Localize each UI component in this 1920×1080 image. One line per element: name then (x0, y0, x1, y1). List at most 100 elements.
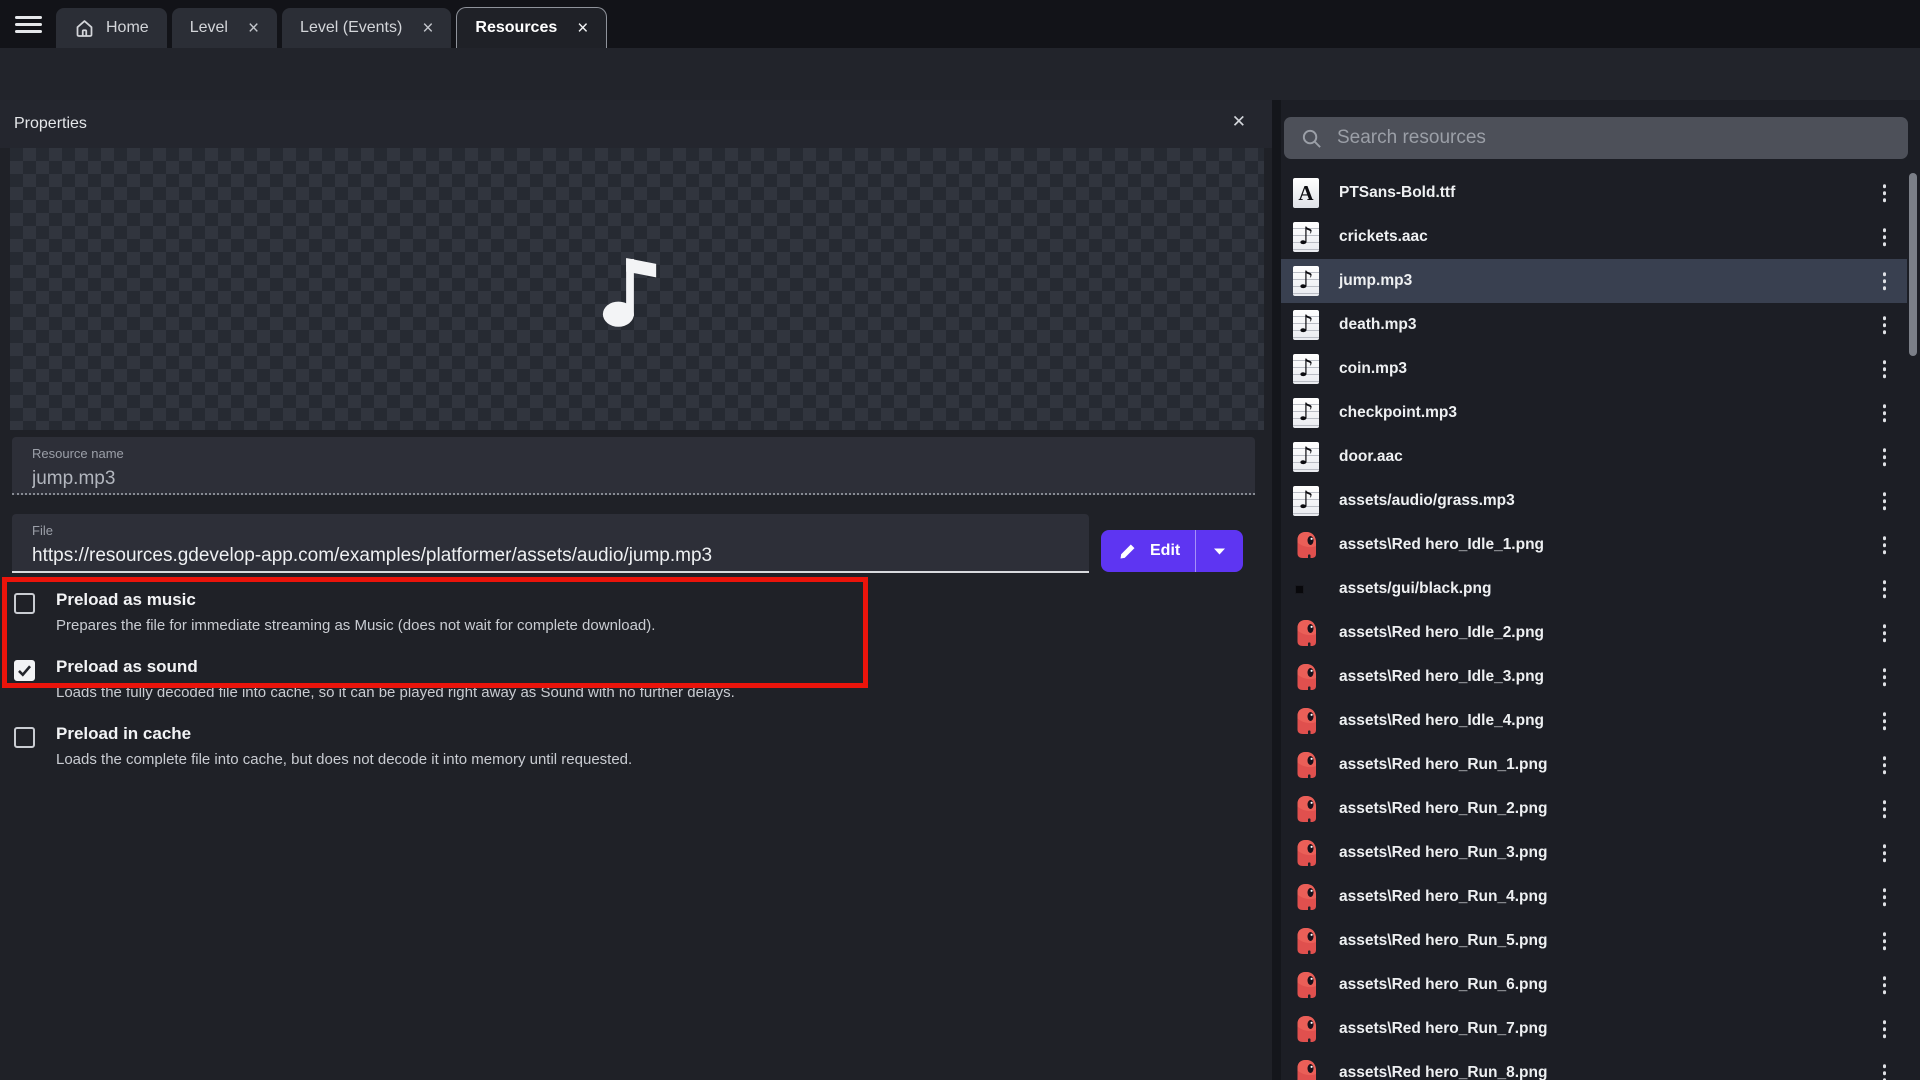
resource-row[interactable]: ♪ coin.mp3 (1281, 347, 1907, 391)
field-value: jump.mp3 (32, 468, 1235, 490)
kebab-menu-icon[interactable] (1879, 884, 1891, 910)
resource-name: assets\Red hero_Idle_1.png (1339, 536, 1544, 554)
close-tab-icon[interactable]: × (248, 19, 259, 38)
resource-row[interactable]: assets\Red hero_Run_6.png (1281, 963, 1907, 1007)
kebab-menu-icon[interactable] (1879, 488, 1891, 514)
tab-level[interactable]: Level × (172, 8, 277, 48)
close-panel-icon[interactable]: ✕ (1232, 112, 1246, 132)
resource-row[interactable]: ♪ jump.mp3 (1281, 259, 1907, 303)
kebab-menu-icon[interactable] (1879, 180, 1891, 206)
kebab-menu-icon[interactable] (1879, 1060, 1891, 1080)
kebab-menu-icon[interactable] (1879, 356, 1891, 382)
kebab-menu-icon[interactable] (1879, 532, 1891, 558)
kebab-menu-icon[interactable] (1879, 1016, 1891, 1042)
close-tab-icon[interactable]: × (422, 19, 433, 38)
tabs: Home Level × Level (Events) × Resources … (56, 7, 607, 48)
resource-name: assets/audio/grass.mp3 (1339, 492, 1515, 510)
resource-row[interactable]: assets\Red hero_Idle_1.png (1281, 523, 1907, 567)
preload-options: Preload as music Prepares the file for i… (14, 588, 1014, 789)
kebab-menu-icon[interactable] (1879, 400, 1891, 426)
kebab-menu-icon[interactable] (1879, 840, 1891, 866)
tab-resources[interactable]: Resources × (456, 7, 607, 48)
preload-checkbox[interactable] (14, 660, 35, 681)
search-bar (1284, 117, 1908, 159)
sprite-file-icon (1293, 706, 1319, 736)
resource-row[interactable]: ♪ crickets.aac (1281, 215, 1907, 259)
resource-row[interactable]: assets\Red hero_Run_2.png (1281, 787, 1907, 831)
option-description: Loads the fully decoded file into cache,… (56, 683, 735, 703)
resource-name: assets\Red hero_Idle_3.png (1339, 668, 1544, 686)
sprite-file-icon (1293, 794, 1319, 824)
edit-button[interactable]: Edit (1101, 530, 1243, 572)
tab-label: Home (106, 19, 149, 37)
tab-level-events[interactable]: Level (Events) × (282, 8, 451, 48)
sprite-file-icon (1293, 662, 1319, 692)
file-field[interactable]: File https://resources.gdevelop-app.com/… (12, 514, 1089, 573)
kebab-menu-icon[interactable] (1879, 664, 1891, 690)
kebab-menu-icon[interactable] (1879, 796, 1891, 822)
main-menu-icon[interactable] (15, 16, 42, 33)
sprite-file-icon (1293, 970, 1319, 1000)
resource-name: assets\Red hero_Run_1.png (1339, 756, 1547, 774)
edit-dropdown-arrow[interactable] (1196, 547, 1243, 556)
resources-panel: A PTSans-Bold.ttf ♪ crickets.aac ♪ jump.… (1281, 100, 1920, 1080)
kebab-menu-icon[interactable] (1879, 444, 1891, 470)
sprite-file-icon (1293, 838, 1319, 868)
scrollbar-thumb[interactable] (1909, 173, 1917, 356)
audio-file-icon: ♪ (1293, 310, 1319, 340)
toolbar: Preview Publish (0, 48, 1920, 100)
resource-row[interactable]: ♪ death.mp3 (1281, 303, 1907, 347)
resource-row[interactable]: assets\Red hero_Idle_2.png (1281, 611, 1907, 655)
properties-panel: Properties ✕ Resource name jump.mp3 File… (0, 100, 1272, 1080)
kebab-menu-icon[interactable] (1879, 576, 1891, 602)
field-value: https://resources.gdevelop-app.com/examp… (32, 545, 1069, 567)
preload-option: Preload as music Prepares the file for i… (14, 588, 1014, 636)
resource-row[interactable]: assets\Red hero_Run_8.png (1281, 1051, 1907, 1080)
kebab-menu-icon[interactable] (1879, 224, 1891, 250)
resource-row[interactable]: ♪ assets/audio/grass.mp3 (1281, 479, 1907, 523)
preload-option: Preload as sound Loads the fully decoded… (14, 655, 1014, 703)
resource-row[interactable]: assets\Red hero_Run_5.png (1281, 919, 1907, 963)
option-label: Preload in cache (56, 722, 632, 745)
sprite-file-icon (1293, 1058, 1319, 1080)
resource-row[interactable]: assets\Red hero_Idle_3.png (1281, 655, 1907, 699)
resource-name: assets\Red hero_Idle_2.png (1339, 624, 1544, 642)
resource-name: door.aac (1339, 448, 1403, 466)
tab-home[interactable]: Home (56, 8, 167, 48)
font-file-icon: A (1293, 178, 1319, 208)
kebab-menu-icon[interactable] (1879, 268, 1891, 294)
resource-row[interactable]: ♪ door.aac (1281, 435, 1907, 479)
music-note-icon (599, 250, 661, 328)
close-tab-icon[interactable]: × (577, 19, 588, 38)
kebab-menu-icon[interactable] (1879, 972, 1891, 998)
preload-checkbox[interactable] (14, 593, 35, 614)
pencil-icon (1118, 542, 1137, 561)
resource-row[interactable]: assets\Red hero_Run_3.png (1281, 831, 1907, 875)
resource-name: crickets.aac (1339, 228, 1428, 246)
audio-file-icon: ♪ (1293, 354, 1319, 384)
resource-name: assets\Red hero_Run_7.png (1339, 1020, 1547, 1038)
resource-row[interactable]: assets\Red hero_Run_4.png (1281, 875, 1907, 919)
home-icon (74, 18, 95, 39)
resource-row[interactable]: assets\Red hero_Run_1.png (1281, 743, 1907, 787)
kebab-menu-icon[interactable] (1879, 928, 1891, 954)
kebab-menu-icon[interactable] (1879, 752, 1891, 778)
resource-row[interactable]: ♪ checkpoint.mp3 (1281, 391, 1907, 435)
panel-title: Properties (14, 115, 87, 133)
kebab-menu-icon[interactable] (1879, 708, 1891, 734)
search-input[interactable] (1337, 127, 1908, 149)
option-label: Preload as sound (56, 655, 735, 678)
resource-list: A PTSans-Bold.ttf ♪ crickets.aac ♪ jump.… (1281, 171, 1920, 1080)
kebab-menu-icon[interactable] (1879, 620, 1891, 646)
option-label: Preload as music (56, 588, 655, 611)
resource-row[interactable]: assets\Red hero_Run_7.png (1281, 1007, 1907, 1051)
properties-header: Properties ✕ (0, 100, 1272, 148)
resource-row[interactable]: assets/gui/black.png (1281, 567, 1907, 611)
gdevelop-window: Home Level × Level (Events) × Resources … (0, 0, 1920, 1080)
preload-option: Preload in cache Loads the complete file… (14, 722, 1014, 770)
kebab-menu-icon[interactable] (1879, 312, 1891, 338)
audio-file-icon: ♪ (1293, 222, 1319, 252)
resource-row[interactable]: A PTSans-Bold.ttf (1281, 171, 1907, 215)
resource-row[interactable]: assets\Red hero_Idle_4.png (1281, 699, 1907, 743)
preload-checkbox[interactable] (14, 727, 35, 748)
